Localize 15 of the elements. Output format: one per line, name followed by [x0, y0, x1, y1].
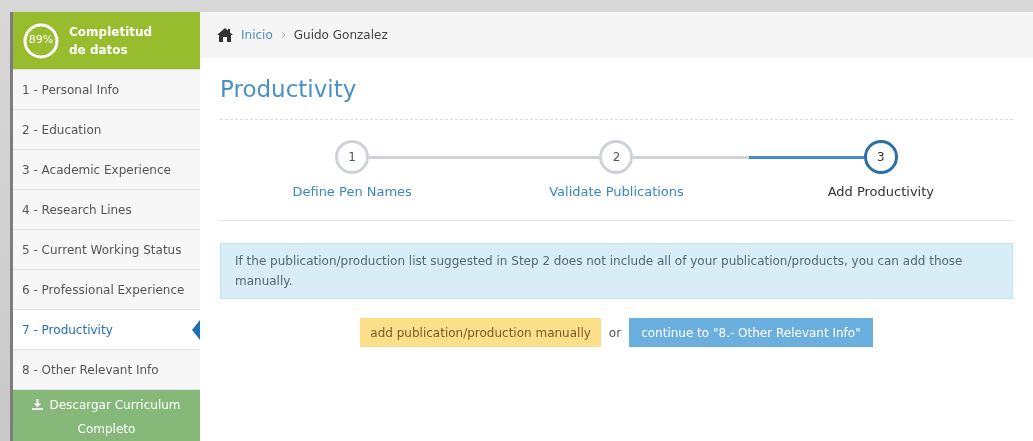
chevron-right-icon — [280, 31, 286, 39]
home-icon — [217, 28, 233, 42]
completeness-title: Completitud — [69, 23, 153, 41]
completeness-percent: 89% — [28, 32, 54, 49]
add-manually-button[interactable]: add publication/production manually — [360, 318, 601, 347]
completeness-title: de datos — [69, 41, 129, 59]
step-label[interactable]: Define Pen Names — [292, 181, 412, 201]
sidebar-item[interactable]: 7 - Productivity — [13, 310, 200, 350]
page-title: Productivity — [220, 58, 1013, 120]
step-label[interactable]: Validate Publications — [549, 181, 684, 201]
breadcrumb-current: Guido Gonzalez — [293, 27, 388, 44]
step-label[interactable]: Add Productivity — [827, 181, 934, 201]
download-icon — [32, 399, 44, 410]
info-alert: If the publication/production list suggested in Step 2 does not include all of your publication/products, you can add those manually. — [220, 243, 1013, 299]
or-text: or — [608, 324, 622, 342]
